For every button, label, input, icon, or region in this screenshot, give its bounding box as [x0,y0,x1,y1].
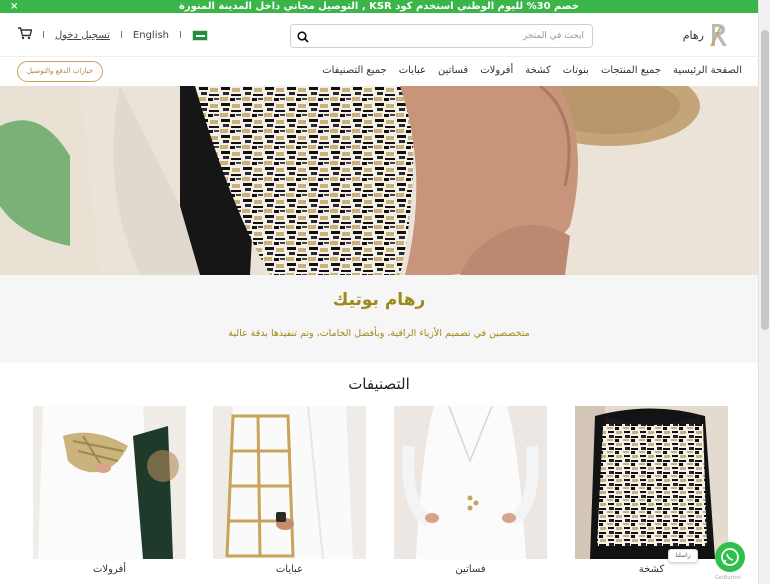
promo-text: خصم 30% لليوم الوطني استخدم كود KSR , ال… [179,1,579,12]
scrollbar-thumb[interactable] [761,30,769,330]
header: رهام I تسجيل دخول I English I [0,13,758,57]
category-label[interactable]: عبايات [213,564,366,575]
category-image[interactable] [575,406,728,559]
saudi-flag-icon[interactable] [191,29,208,41]
search-icon[interactable] [296,29,310,43]
category-label[interactable]: فساتين [394,564,547,575]
payment-shipping-button[interactable]: خيارات الدفع والتوصيل [17,61,103,82]
nav-item-abayas[interactable]: عبايات [399,65,426,76]
search-box [290,24,593,48]
getbutton-brand: GetButton [715,575,741,581]
language-link[interactable]: English [133,30,169,41]
nav-item-all-categories[interactable]: جميع التصنيفات [322,65,387,76]
nav-item-kashkha[interactable]: كشخة [525,65,551,76]
divider: I [119,29,123,41]
nav-item-jumpsuits[interactable]: أفرولات [480,65,513,76]
whatsapp-icon [721,548,739,566]
boutique-subtitle: متخصصين في تصميم الأزياء الراقية، وبأفضل… [228,328,530,339]
category-card-abayas[interactable]: عبايات [213,406,366,575]
logo-mark-icon [708,22,730,48]
hero-image [0,86,758,275]
about-section: رهام بوتيك متخصصين في تصميم الأزياء الرا… [0,275,758,363]
category-label[interactable]: كشخة [575,564,728,575]
header-actions: I تسجيل دخول I English I [18,27,208,43]
category-image[interactable] [33,406,186,559]
logo-name: رهام [682,28,704,42]
nav-item-dresses[interactable]: فساتين [438,65,468,76]
boutique-title: رهام بوتيك [332,290,426,310]
main-nav: الصفحة الرئيسية جميع المنتجات بنوتات كشخ… [0,57,758,85]
divider: I [179,29,182,41]
category-image[interactable] [394,406,547,559]
category-card-jumpsuits[interactable]: أفرولات [33,406,186,575]
category-label[interactable]: أفرولات [33,564,186,575]
category-card-kashkha[interactable]: كشخة [575,406,728,575]
logo[interactable]: رهام [683,22,730,48]
nav-item-girls[interactable]: بنوتات [563,65,589,76]
whatsapp-tooltip[interactable]: راسلنا [668,549,698,563]
nav-item-all-products[interactable]: جميع المنتجات [601,65,661,76]
promo-banner: خصم 30% لليوم الوطني استخدم كود KSR , ال… [0,0,758,13]
nav-item-home[interactable]: الصفحة الرئيسية [673,65,742,76]
search-input[interactable] [314,25,584,47]
page: خصم 30% لليوم الوطني استخدم كود KSR , ال… [0,0,758,584]
divider: I [42,29,45,41]
close-icon[interactable]: × [10,0,18,13]
categories-grid: كشخة فساتين عبايات أفرولات [0,406,758,584]
whatsapp-button[interactable] [715,542,745,572]
category-image[interactable] [213,406,366,559]
hero-banner [0,86,758,275]
scrollbar[interactable] [758,0,770,584]
category-card-dresses[interactable]: فساتين [394,406,547,575]
cart-icon[interactable] [18,27,33,43]
login-link[interactable]: تسجيل دخول [55,30,110,41]
categories-title: التصنيفات [348,375,410,393]
